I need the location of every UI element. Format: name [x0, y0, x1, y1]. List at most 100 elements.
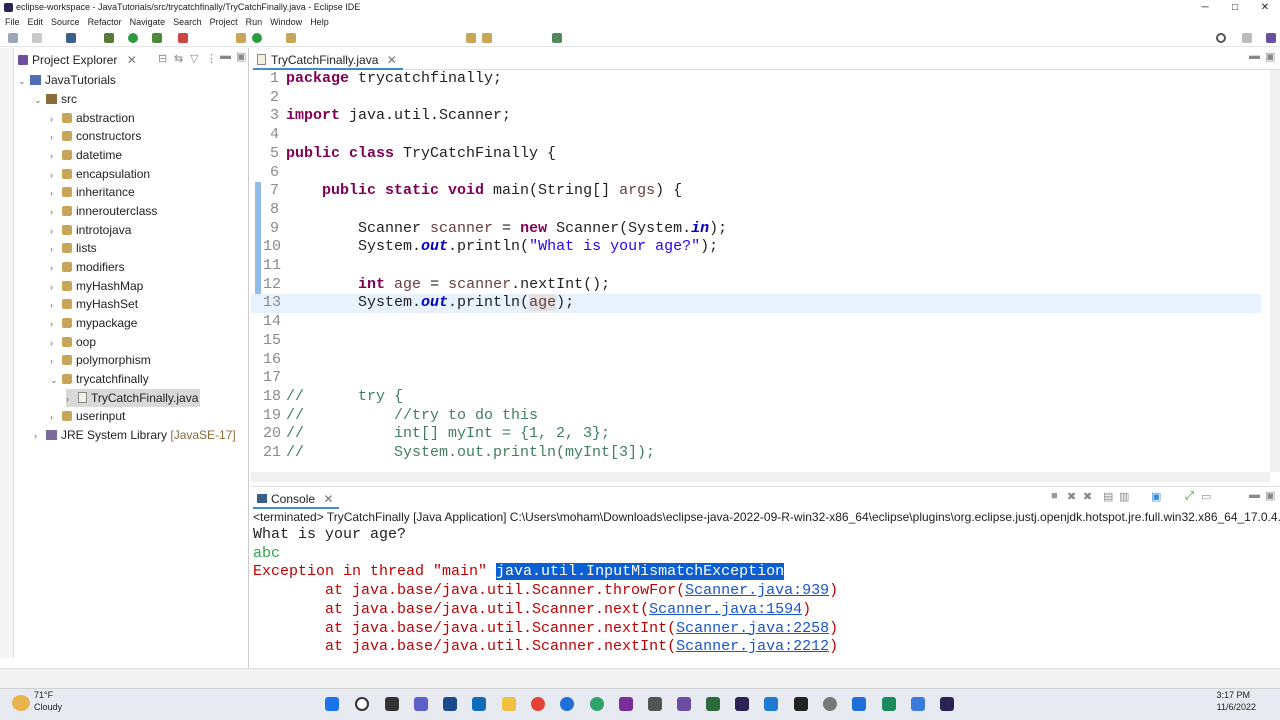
external-tools-icon[interactable] [178, 33, 188, 43]
menu-run[interactable]: Run [246, 17, 263, 27]
maximize-button[interactable]: □ [1220, 0, 1250, 15]
open-console-icon[interactable]: ⤢ [1185, 490, 1194, 503]
menu-source[interactable]: Source [51, 17, 80, 27]
onenote-icon[interactable] [619, 697, 633, 711]
minimize-button[interactable]: ─ [1190, 0, 1220, 15]
tab-console[interactable]: Console ✕ [253, 489, 340, 509]
back-icon[interactable] [466, 33, 476, 43]
chevron-down-icon[interactable]: ⌄ [18, 72, 30, 90]
code-line[interactable]: 14 [251, 313, 1261, 332]
chevron-right-icon[interactable]: › [66, 390, 78, 408]
new-icon[interactable] [8, 33, 18, 43]
tree-item-javatutorials[interactable]: ⌄ JavaTutorials [18, 71, 116, 89]
close-button[interactable]: ✕ [1250, 0, 1280, 15]
minimize-view-icon[interactable]: ▬ [1249, 50, 1260, 62]
tree-item-package[interactable]: › constructors [50, 127, 141, 145]
chevron-right-icon[interactable]: › [50, 278, 62, 296]
filter-icon[interactable]: ▽ [190, 52, 198, 65]
close-icon[interactable]: ✕ [127, 53, 137, 67]
code-line[interactable]: 16 [251, 351, 1261, 370]
view-menu-icon[interactable]: ⋮ [206, 52, 217, 65]
tab-project-explorer[interactable]: Project Explorer ✕ [18, 51, 137, 69]
menu-edit[interactable]: Edit [28, 17, 44, 27]
close-icon[interactable]: ✕ [323, 492, 333, 506]
tree-item-package[interactable]: › innerouterclass [50, 202, 157, 220]
source-link[interactable]: Scanner.java:1594 [649, 601, 802, 618]
weather-icon[interactable] [12, 695, 30, 711]
outlook-icon[interactable] [472, 697, 486, 711]
terminal-icon[interactable] [66, 33, 76, 43]
chevron-right-icon[interactable]: › [50, 110, 62, 128]
exception-class-link[interactable]: java.util.InputMismatchException [496, 563, 785, 581]
clear-console-icon[interactable]: ▤ [1103, 490, 1113, 503]
chevron-right-icon[interactable]: › [50, 166, 62, 184]
app-icon[interactable] [911, 697, 925, 711]
minimize-view-icon[interactable]: ▬ [1249, 489, 1260, 501]
settings-icon[interactable] [823, 697, 837, 711]
code-line[interactable]: 7 public static void main(String[] args)… [251, 182, 1261, 201]
tree-item-jre-library[interactable]: › JRE System Library [JavaSE-17] [34, 426, 236, 444]
open-type-icon[interactable] [286, 33, 296, 43]
eclipse-taskbar-icon[interactable] [735, 697, 749, 711]
pycharm-icon[interactable] [706, 697, 720, 711]
clock-time[interactable]: 3:17 PM [1216, 690, 1250, 700]
chevron-right-icon[interactable]: › [50, 184, 62, 202]
code-line[interactable]: 15 [251, 332, 1261, 351]
app-icon[interactable] [677, 697, 691, 711]
chevron-right-icon[interactable]: › [50, 315, 62, 333]
save-icon[interactable] [32, 33, 42, 43]
code-line[interactable]: 5 public class TryCatchFinally { [251, 145, 1261, 164]
tree-item-package[interactable]: › inheritance [50, 183, 135, 201]
chevron-right-icon[interactable]: › [50, 408, 62, 426]
app-icon[interactable] [590, 697, 604, 711]
run-icon[interactable] [128, 33, 138, 43]
code-line[interactable]: 4 [251, 126, 1261, 145]
source-link[interactable]: Scanner.java:939 [685, 582, 829, 599]
code-line[interactable]: 3 import java.util.Scanner; [251, 107, 1261, 126]
code-line[interactable]: 1 package trycatchfinally; [251, 70, 1261, 89]
menu-project[interactable]: Project [210, 17, 238, 27]
search-icon[interactable] [1216, 33, 1226, 43]
clock-date[interactable]: 11/6/2022 [1217, 702, 1256, 712]
forward-icon[interactable] [482, 33, 492, 43]
code-line[interactable]: 6 [251, 164, 1261, 183]
new-package-icon[interactable] [236, 33, 246, 43]
code-line[interactable]: 11 [251, 257, 1261, 276]
tree-item-package[interactable]: › myHashSet [50, 295, 138, 313]
chevron-down-icon[interactable]: ⌄ [50, 371, 62, 389]
console-output[interactable]: What is your age? abc Exception in threa… [251, 526, 1271, 660]
mail-icon[interactable] [443, 697, 457, 711]
tree-item-package[interactable]: › myHashMap [50, 277, 143, 295]
windows-start-icon[interactable] [325, 697, 339, 711]
terminate-icon[interactable]: ■ [1051, 490, 1058, 502]
code-line-current[interactable]: 13 System.out.println(age); [251, 294, 1261, 314]
perspective-icon[interactable] [552, 33, 562, 43]
tree-item-java-file[interactable]: › TryCatchFinally.java [66, 389, 201, 408]
maximize-view-icon[interactable]: ▣ [1265, 489, 1275, 502]
chevron-right-icon[interactable]: › [50, 203, 62, 221]
tree-item-package[interactable]: › polymorphism [50, 351, 151, 369]
tree-item-package[interactable]: › modifiers [50, 258, 125, 276]
editor-vertical-scrollbar[interactable] [1270, 70, 1280, 472]
new-class-icon[interactable] [252, 33, 262, 43]
tab-trycatchfinally-java[interactable]: TryCatchFinally.java ✕ [253, 50, 403, 70]
menu-help[interactable]: Help [310, 17, 329, 27]
menu-window[interactable]: Window [270, 17, 302, 27]
menu-navigate[interactable]: Navigate [130, 17, 166, 27]
chevron-right-icon[interactable]: › [50, 147, 62, 165]
chevron-right-icon[interactable]: › [50, 352, 62, 370]
chevron-right-icon[interactable]: › [50, 334, 62, 352]
menu-file[interactable]: File [5, 17, 20, 27]
tree-item-package[interactable]: ⌄ trycatchfinally [50, 370, 149, 388]
close-icon[interactable]: ✕ [387, 53, 397, 67]
tree-item-package[interactable]: › datetime [50, 146, 122, 164]
menu-search[interactable]: Search [173, 17, 202, 27]
code-line[interactable]: 20// int[] myInt = {1, 2, 3}; [251, 425, 1261, 444]
maximize-view-icon[interactable]: ▣ [236, 50, 246, 63]
tree-item-package[interactable]: › lists [50, 239, 97, 257]
code-editor[interactable]: 1 package trycatchfinally; 2 3 import java… [251, 70, 1280, 472]
weather-desc[interactable]: Cloudy [34, 702, 62, 712]
pin-console-icon[interactable]: ▣ [1151, 490, 1161, 503]
chevron-right-icon[interactable]: › [50, 222, 62, 240]
remove-all-icon[interactable]: ✖ [1083, 490, 1092, 503]
